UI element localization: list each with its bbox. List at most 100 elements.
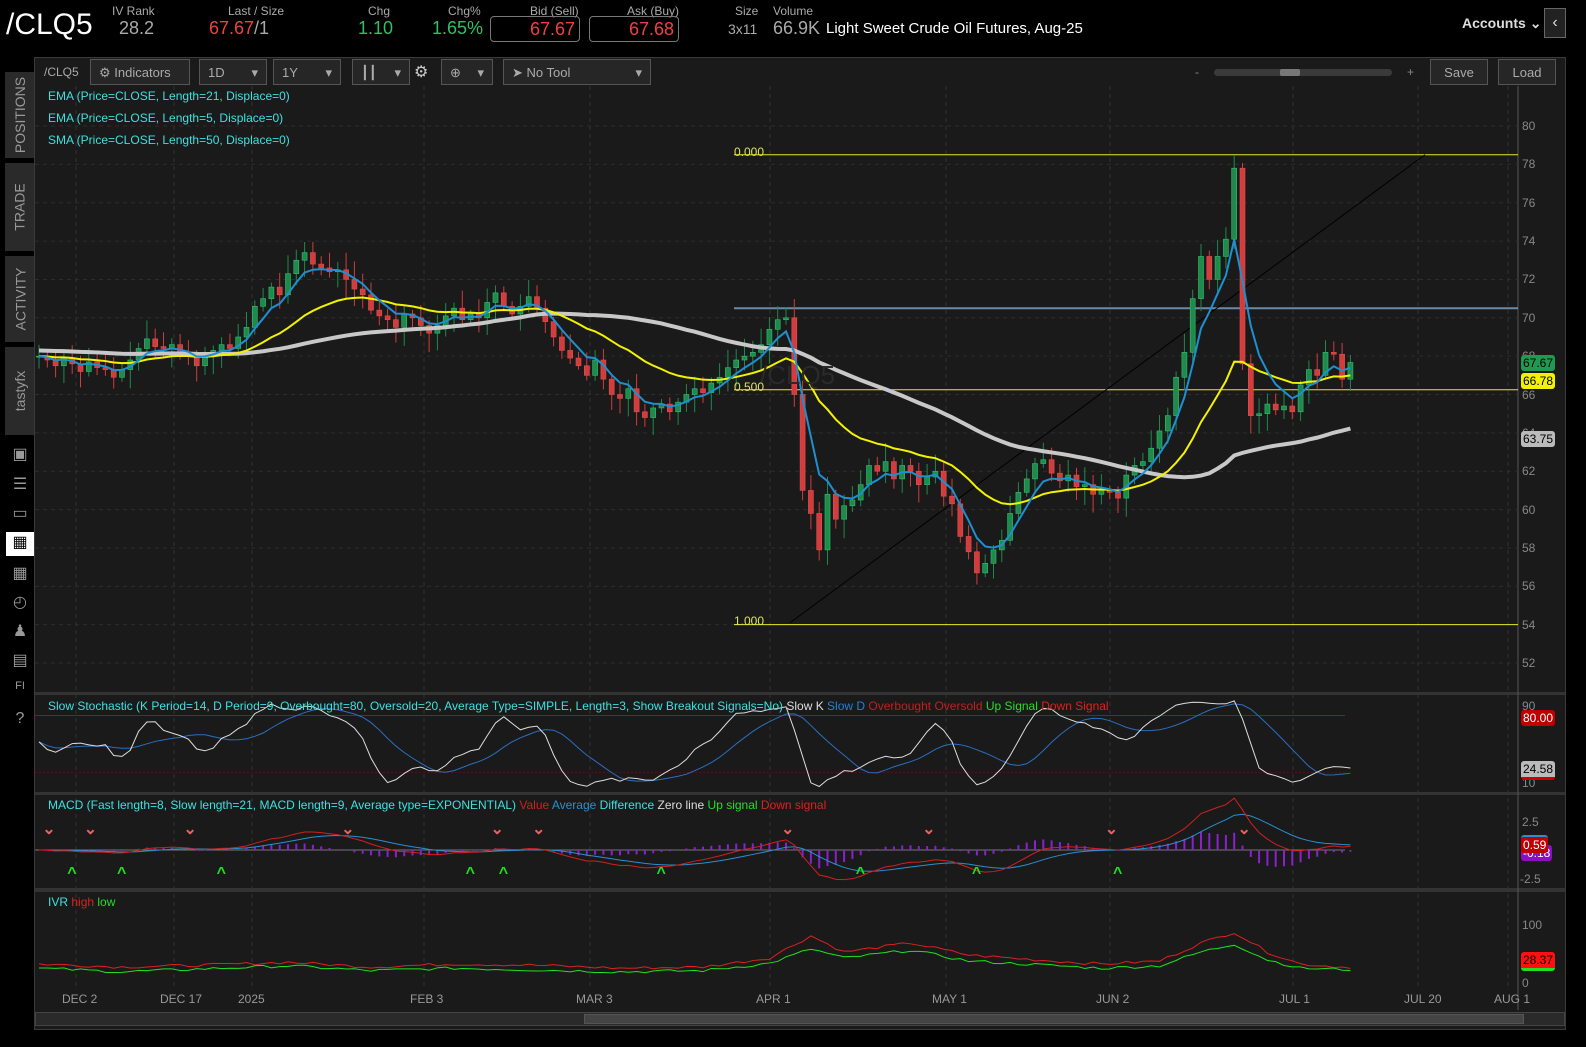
up-signal-icon: ^ (67, 865, 76, 882)
candle (1189, 298, 1196, 353)
candle (1206, 256, 1213, 280)
panel-divider (35, 792, 1565, 795)
legend-overbought: Overbought (868, 699, 932, 713)
slow-k-line (38, 700, 1351, 788)
legend-value: Value (519, 798, 550, 812)
time-axis-label: AUG 1 (1494, 992, 1531, 1006)
candle (1032, 463, 1038, 480)
price-chart[interactable]: ⌄ ⌄ ⌄ ⌄ ⌄ ⌄ ⌄ ⌄ ⌄ ⌄ ^ ^ ^ ^ ^ ^ ^ ^ ^ (0, 0, 1586, 1047)
macd-tick-2-5: 2.5 (1522, 815, 1539, 829)
candle (351, 279, 358, 290)
legend-zero-line: Zero line (657, 798, 705, 812)
macd-title[interactable]: MACD (Fast length=8, Slow length=21, MAC… (48, 798, 516, 812)
ivr-tick-0: 0 (1522, 976, 1529, 990)
time-axis-label: DEC 17 (160, 992, 203, 1006)
candle (368, 294, 374, 311)
legend-up-signal: Up signal (707, 798, 758, 812)
fib-label-0: 0.000 (734, 145, 765, 159)
legend-up-signal: Up Signal (985, 699, 1038, 713)
up-signal-icon: ^ (657, 865, 666, 882)
legend-down-signal: Down Signal (1041, 699, 1109, 713)
price-tick: 80 (1522, 119, 1536, 133)
up-signal-icon: ^ (466, 865, 475, 882)
ema21-badge: 66.78 (1521, 373, 1556, 389)
up-signal-icon: ^ (117, 865, 126, 882)
study-ema5-label[interactable]: EMA (Price=CLOSE, Length=5, Displace=0) (48, 111, 283, 125)
down-signal-icon: ⌄ (42, 821, 55, 838)
slow-k-badge: 24.58 (1521, 761, 1556, 780)
candle (990, 549, 997, 564)
candle (832, 493, 839, 520)
time-axis-label: JUL 20 (1404, 992, 1442, 1006)
down-signal-icon: ⌄ (922, 821, 935, 838)
down-signal-icon: ⌄ (84, 821, 97, 838)
candle (608, 378, 615, 395)
candle (1198, 256, 1204, 299)
candle (160, 346, 167, 349)
candle (1082, 484, 1088, 487)
time-axis-label: JUL 1 (1279, 992, 1310, 1006)
time-axis-label: 2025 (238, 992, 265, 1006)
candle (393, 319, 399, 328)
price-tick: 70 (1522, 310, 1536, 325)
candle (276, 286, 283, 296)
candle (700, 388, 706, 393)
up-signal-icon: ^ (972, 865, 981, 882)
candle (874, 465, 881, 472)
ivr-legend: IVR high low (48, 895, 115, 909)
scrollbar-thumb[interactable] (584, 1014, 1524, 1024)
candle (949, 495, 955, 505)
candle (974, 551, 980, 574)
price-tick: 72 (1522, 272, 1536, 287)
candle (1248, 363, 1254, 416)
candle (749, 352, 756, 357)
price-tick: 56 (1522, 579, 1536, 594)
candle (882, 461, 889, 472)
down-signal-icon: ⌄ (491, 821, 504, 838)
candle (1098, 490, 1105, 495)
candle (766, 329, 773, 345)
candle (227, 344, 233, 349)
macd-legend: MACD (Fast length=8, Slow length=21, MAC… (48, 798, 826, 812)
ivr-title[interactable]: IVR (48, 895, 68, 909)
candle (152, 338, 158, 347)
candle (783, 317, 789, 321)
legend-difference: Difference (599, 798, 655, 812)
candle (808, 490, 814, 514)
candle (741, 355, 748, 361)
last-price-badge: 67.67 (1521, 355, 1556, 371)
time-axis-label: DEC 2 (62, 992, 98, 1006)
candle (567, 350, 574, 359)
candle (583, 365, 590, 376)
ivr-high-line (38, 933, 1351, 970)
study-sma50-label[interactable]: SMA (Price=CLOSE, Length=50, Displace=0) (48, 133, 290, 147)
candle (1214, 256, 1221, 280)
candle (1140, 461, 1146, 466)
study-ema21-label[interactable]: EMA (Price=CLOSE, Length=21, Displace=0) (48, 89, 290, 103)
candle (1165, 415, 1171, 432)
candle (268, 286, 275, 299)
candle (144, 338, 150, 349)
candle (1223, 238, 1229, 257)
price-tick: 74 (1522, 234, 1536, 249)
candle (243, 327, 250, 338)
stochastic-title[interactable]: Slow Stochastic (K Period=14, D Period=9… (48, 699, 783, 713)
sma50-badge: 63.75 (1521, 431, 1556, 447)
candle (592, 359, 598, 376)
candle (293, 259, 300, 274)
candle (318, 263, 325, 269)
candle (824, 493, 831, 551)
down-signal-icon: ⌄ (1238, 821, 1251, 838)
legend-slow-k: Slow K (786, 699, 824, 713)
candle (982, 563, 989, 574)
legend-high: high (71, 895, 95, 909)
time-axis-label: JUN 2 (1096, 992, 1130, 1006)
panel-divider (35, 888, 1565, 892)
ivr-badge: 28.37 (1521, 952, 1556, 971)
candle (1281, 405, 1287, 411)
candle (218, 344, 225, 351)
candle (816, 513, 823, 551)
horizontal-scrollbar[interactable] (35, 1012, 1565, 1026)
candle (559, 336, 565, 351)
candle (625, 388, 632, 399)
